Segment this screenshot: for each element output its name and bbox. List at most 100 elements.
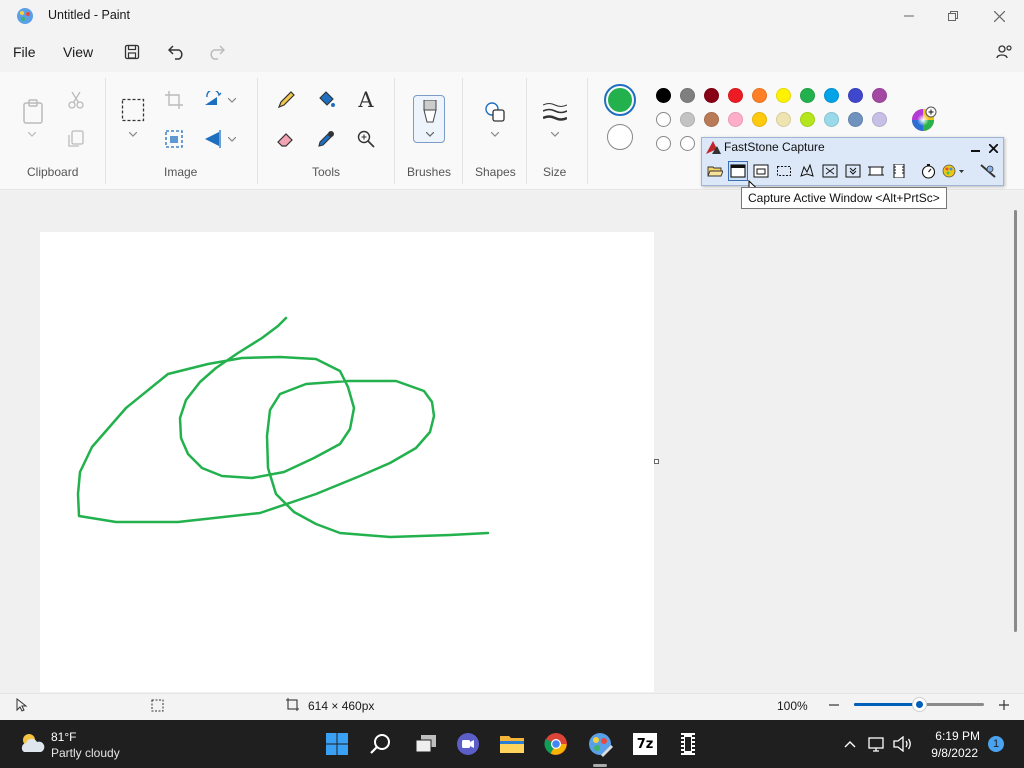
selection-size-icon [151, 699, 164, 712]
magnifier-icon[interactable] [354, 127, 378, 151]
faststone-capture-scrolling-icon[interactable] [843, 161, 863, 181]
palette-color-swatch[interactable] [800, 88, 815, 103]
palette-color-swatch[interactable] [848, 112, 863, 127]
faststone-capture-active-window-icon[interactable] [728, 161, 748, 181]
palette-color-swatch[interactable] [872, 88, 887, 103]
palette-color-swatch[interactable] [656, 88, 671, 103]
palette-color-swatch[interactable] [776, 112, 791, 127]
rotate-chevron-icon[interactable] [224, 88, 240, 112]
teams-chat-icon[interactable] [452, 728, 484, 760]
palette-color-swatch[interactable] [848, 88, 863, 103]
redo-icon[interactable] [205, 41, 227, 63]
file-explorer-icon[interactable] [496, 728, 528, 760]
start-windows-icon[interactable] [321, 728, 353, 760]
search-icon[interactable] [365, 728, 397, 760]
palette-color-swatch[interactable] [872, 112, 887, 127]
clock-time[interactable]: 6:19 PM [932, 729, 980, 743]
clock-date[interactable]: 9/8/2022 [926, 746, 978, 760]
weather-partly-cloudy-icon[interactable] [18, 730, 46, 756]
color-picker-icon[interactable] [314, 127, 338, 151]
faststone-capture-fullscreen-icon[interactable] [820, 161, 840, 181]
shapes-chevron-icon[interactable] [483, 126, 507, 142]
notification-badge[interactable]: 1 [988, 736, 1004, 752]
taskbar: 81°F Partly cloudy 7z 6:19 PM 9/8/2022 1 [0, 720, 1024, 768]
minimize-button[interactable] [886, 0, 932, 32]
faststone-capture-toolbar: FastStone Capture [701, 137, 1004, 186]
palette-color-swatch[interactable] [680, 136, 695, 151]
select-chevron-icon[interactable] [121, 126, 145, 142]
faststone-minimize-button[interactable] [968, 141, 982, 155]
faststone-open-icon[interactable] [705, 161, 725, 181]
stroke-size-icon[interactable] [543, 100, 567, 124]
pencil-icon[interactable] [274, 88, 298, 112]
faststone-color-picker-icon[interactable] [941, 161, 967, 181]
palette-color-swatch[interactable] [824, 112, 839, 127]
edit-colors-icon[interactable] [910, 105, 938, 133]
flip-chevron-icon[interactable] [224, 127, 240, 151]
show-hidden-icons-chevron[interactable] [835, 728, 865, 760]
account-icon[interactable] [993, 41, 1015, 63]
volume-icon[interactable] [890, 728, 916, 760]
paste-chevron-icon[interactable] [20, 126, 44, 142]
zoom-slider-thumb[interactable] [913, 698, 926, 711]
weather-condition[interactable]: Partly cloudy [51, 746, 120, 760]
rotate-icon[interactable] [201, 88, 225, 112]
palette-color-swatch[interactable] [656, 112, 671, 127]
palette-color-swatch[interactable] [800, 112, 815, 127]
palette-color-swatch[interactable] [680, 112, 695, 127]
palette-color-swatch[interactable] [656, 136, 671, 151]
crop-icon[interactable] [162, 88, 186, 112]
faststone-taskbar-icon[interactable] [672, 728, 704, 760]
resize-icon[interactable] [162, 127, 186, 151]
eraser-icon[interactable] [274, 127, 298, 151]
zoom-slider[interactable] [854, 698, 984, 711]
group-label-clipboard: Clipboard [27, 165, 79, 179]
7zip-icon[interactable]: 7z [629, 728, 661, 760]
menu-file[interactable]: File [13, 44, 36, 60]
primary-color-swatch[interactable] [604, 84, 636, 116]
flip-icon[interactable] [201, 127, 225, 151]
fill-bucket-icon[interactable] [314, 88, 338, 112]
network-icon[interactable] [864, 728, 890, 760]
faststone-settings-icon[interactable] [978, 161, 998, 181]
chrome-icon[interactable] [540, 728, 572, 760]
canvas-resize-handle[interactable] [654, 459, 659, 464]
palette-color-swatch[interactable] [824, 88, 839, 103]
zoom-out-icon[interactable] [828, 699, 840, 711]
size-chevron-icon[interactable] [543, 126, 567, 142]
palette-color-swatch[interactable] [704, 88, 719, 103]
shapes-icon[interactable] [483, 100, 507, 124]
task-view-icon[interactable] [410, 728, 442, 760]
faststone-capture-window-object-icon[interactable] [751, 161, 771, 181]
paint-taskbar-icon[interactable] [584, 728, 616, 760]
faststone-capture-freehand-icon[interactable] [797, 161, 817, 181]
zoom-in-icon[interactable] [998, 699, 1010, 711]
menu-view[interactable]: View [63, 44, 93, 60]
weather-temperature[interactable]: 81°F [51, 730, 76, 744]
save-icon[interactable] [121, 41, 143, 63]
brushes-button[interactable] [413, 95, 445, 143]
copy-icon[interactable] [64, 127, 88, 151]
faststone-delay-timer-icon[interactable] [918, 161, 938, 181]
select-icon[interactable] [121, 98, 145, 122]
palette-color-swatch[interactable] [728, 112, 743, 127]
undo-icon[interactable] [166, 41, 188, 63]
faststone-capture-rectangle-icon[interactable] [774, 161, 794, 181]
faststone-close-button[interactable] [986, 141, 1000, 155]
paste-icon[interactable] [20, 98, 46, 126]
text-tool-icon[interactable]: A [354, 88, 378, 112]
palette-color-swatch[interactable] [776, 88, 791, 103]
secondary-color-swatch[interactable] [607, 124, 633, 150]
restore-button[interactable] [930, 0, 976, 32]
close-button[interactable] [976, 0, 1022, 32]
cut-icon[interactable] [64, 88, 88, 112]
faststone-screen-recorder-icon[interactable] [889, 161, 909, 181]
palette-color-swatch[interactable] [704, 112, 719, 127]
palette-color-swatch[interactable] [752, 88, 767, 103]
palette-color-swatch[interactable] [680, 88, 695, 103]
faststone-capture-fixed-region-icon[interactable] [866, 161, 886, 181]
drawing-canvas[interactable] [40, 232, 654, 692]
palette-color-swatch[interactable] [728, 88, 743, 103]
vertical-scrollbar[interactable] [1014, 210, 1017, 632]
palette-color-swatch[interactable] [752, 112, 767, 127]
